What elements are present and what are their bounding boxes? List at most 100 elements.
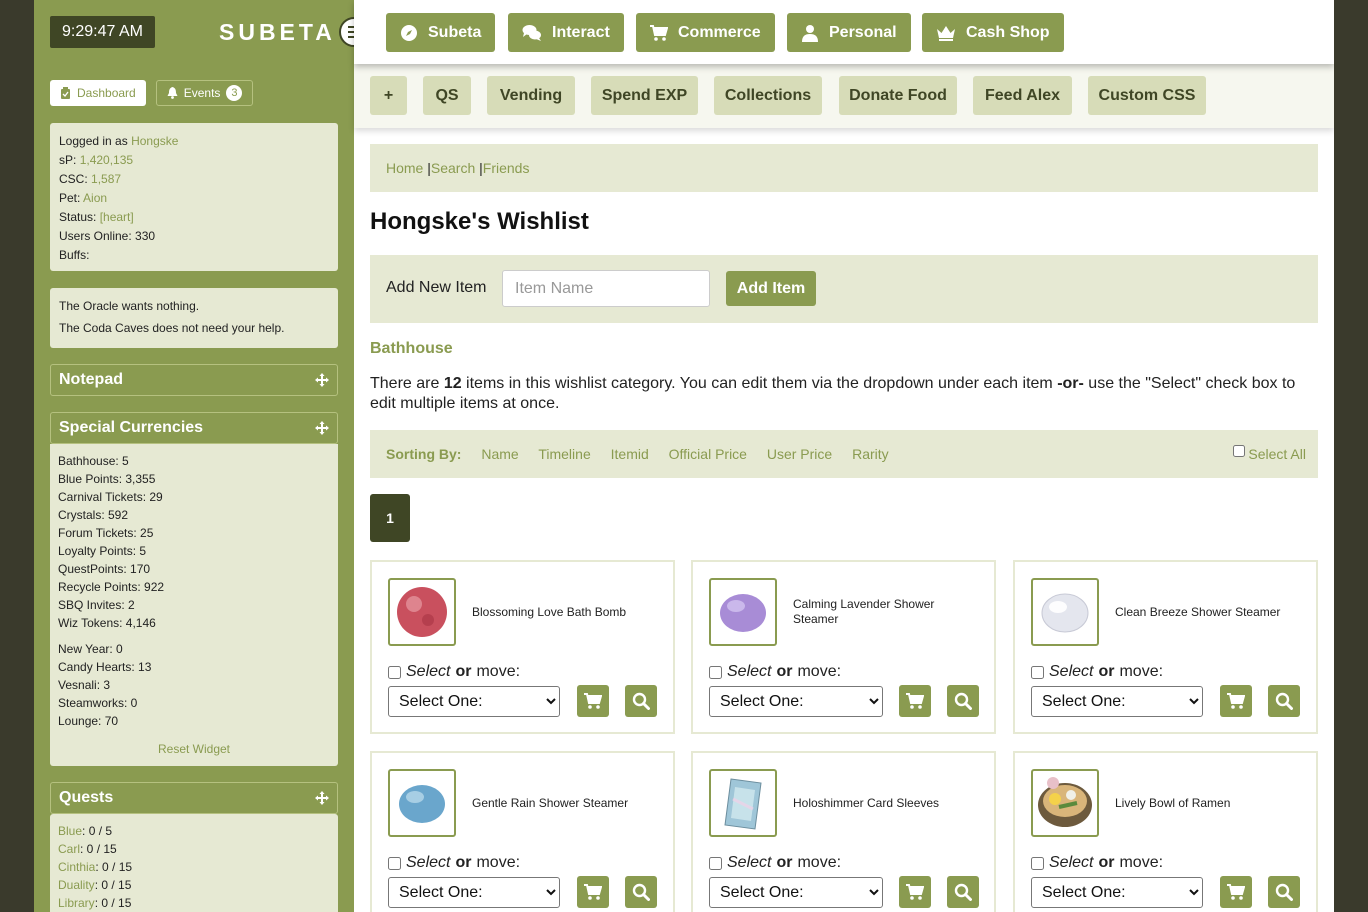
currency-row: SBQ Invites: 2 — [58, 598, 135, 612]
item-name[interactable]: Calming Lavender Shower Steamer — [793, 578, 983, 646]
add-item-button[interactable]: Add Item — [726, 271, 816, 306]
quick-link-vending[interactable]: Vending — [487, 76, 575, 115]
item-image[interactable] — [388, 769, 456, 837]
item-name[interactable]: Holoshimmer Card Sleeves — [793, 769, 983, 837]
nav-interact-button[interactable]: Interact — [508, 13, 624, 52]
nav-subeta-button[interactable]: Subeta — [386, 13, 496, 52]
item-search-button[interactable] — [625, 876, 657, 908]
quick-link-donate-food[interactable]: Donate Food — [839, 76, 957, 115]
pet-row: Pet: Aion — [59, 189, 329, 208]
pet-link[interactable]: Aion — [83, 191, 107, 205]
notepad-widget-header[interactable]: Notepad — [50, 364, 338, 396]
shop-search-button[interactable] — [577, 685, 609, 717]
item-search-button[interactable] — [625, 685, 657, 717]
shopping-cart-icon — [650, 24, 668, 41]
add-quick-link-button[interactable]: + — [370, 76, 407, 115]
item-search-button[interactable] — [947, 685, 979, 717]
select-all-checkbox[interactable] — [1233, 445, 1246, 457]
nav-commerce-button[interactable]: Commerce — [636, 13, 775, 52]
item-name[interactable]: Clean Breeze Shower Steamer — [1115, 578, 1305, 646]
nav-cash-shop-button[interactable]: Cash Shop — [922, 13, 1064, 52]
tab-dashboard[interactable]: Dashboard — [50, 80, 146, 106]
quick-link-custom-css[interactable]: Custom CSS — [1088, 76, 1206, 115]
currency-row: Crystals: 592 — [58, 508, 129, 522]
shower-steamer-image — [399, 785, 445, 823]
status-value[interactable]: [heart] — [100, 210, 134, 224]
item-name-input[interactable] — [502, 270, 710, 307]
item-action-select[interactable]: Select One: — [709, 877, 883, 908]
quick-link-feed-alex[interactable]: Feed Alex — [973, 76, 1072, 115]
select-move-row: Select or move: — [709, 663, 841, 681]
shop-search-button[interactable] — [577, 876, 609, 908]
card-sleeves-image — [724, 778, 762, 830]
select-move-row: Select or move: — [709, 854, 841, 872]
move-arrows-icon[interactable] — [315, 791, 329, 805]
sp-value[interactable]: 1,420,135 — [80, 153, 133, 167]
item-search-button[interactable] — [1268, 685, 1300, 717]
csc-label: CSC: — [59, 172, 88, 186]
quest-link[interactable]: Cinthia — [58, 860, 95, 874]
breadcrumb-friends[interactable]: Friends — [483, 160, 530, 176]
clock: 9:29:47 AM — [50, 16, 155, 48]
nav-cash-shop-label: Cash Shop — [966, 23, 1050, 41]
csc-value[interactable]: 1,587 — [91, 172, 121, 186]
sort-user-price[interactable]: User Price — [767, 446, 832, 462]
quick-link-qs[interactable]: QS — [423, 76, 471, 115]
tab-events[interactable]: Events 3 — [155, 80, 254, 106]
breadcrumb-search[interactable]: Search — [431, 160, 475, 176]
item-select-checkbox[interactable] — [388, 665, 401, 679]
quick-link-spend-exp[interactable]: Spend EXP — [591, 76, 698, 115]
sort-itemid[interactable]: Itemid — [611, 446, 649, 462]
quests-widget-header[interactable]: Quests — [50, 782, 338, 814]
currency-row: Recycle Points: 922 — [58, 580, 165, 594]
item-action-select[interactable]: Select One: — [388, 877, 560, 908]
sort-name[interactable]: Name — [481, 446, 518, 462]
item-select-checkbox[interactable] — [709, 856, 722, 870]
currencies-widget-header[interactable]: Special Currencies — [50, 412, 338, 444]
sort-rarity[interactable]: Rarity — [852, 446, 889, 462]
move-arrows-icon[interactable] — [315, 421, 329, 435]
item-image[interactable] — [709, 578, 777, 646]
item-image[interactable] — [388, 578, 456, 646]
item-select-checkbox[interactable] — [1031, 856, 1044, 870]
reset-widget-link[interactable]: Reset Widget — [58, 740, 330, 758]
item-select-checkbox[interactable] — [709, 665, 722, 679]
quest-link[interactable]: Duality — [58, 878, 95, 892]
select-all[interactable]: Select All — [1233, 430, 1306, 478]
item-select-checkbox[interactable] — [388, 856, 401, 870]
sort-timeline[interactable]: Timeline — [538, 446, 590, 462]
move-arrows-icon[interactable] — [315, 373, 329, 387]
item-image[interactable] — [1031, 578, 1099, 646]
nav-personal-button[interactable]: Personal — [787, 13, 911, 52]
sort-official-price[interactable]: Official Price — [669, 446, 747, 462]
item-image[interactable] — [709, 769, 777, 837]
item-name[interactable]: Blossoming Love Bath Bomb — [472, 578, 662, 646]
shop-search-button[interactable] — [1220, 876, 1252, 908]
page-button-1[interactable]: 1 — [370, 494, 410, 542]
item-name[interactable]: Gentle Rain Shower Steamer — [472, 769, 662, 837]
item-search-button[interactable] — [1268, 876, 1300, 908]
shop-search-button[interactable] — [899, 876, 931, 908]
username-link[interactable]: Hongske — [131, 134, 178, 148]
clipboard-icon — [61, 87, 70, 99]
quest-row: Cinthia: 0 / 15 — [58, 858, 330, 876]
shop-search-button[interactable] — [1220, 685, 1252, 717]
quest-link[interactable]: Blue — [58, 824, 82, 838]
item-action-select[interactable]: Select One: — [1031, 877, 1203, 908]
item-action-select[interactable]: Select One: — [709, 686, 883, 717]
or-text: or — [455, 663, 472, 680]
item-name[interactable]: Lively Bowl of Ramen — [1115, 769, 1305, 837]
item-image[interactable] — [1031, 769, 1099, 837]
site-logo[interactable]: SUBETA — [219, 19, 336, 46]
item-select-checkbox[interactable] — [1031, 665, 1044, 679]
currencies-title: Special Currencies — [59, 419, 204, 436]
item-action-select[interactable]: Select One: — [1031, 686, 1203, 717]
status-row: Status: [heart] — [59, 208, 329, 227]
quest-link[interactable]: Carl — [58, 842, 80, 856]
quick-link-collections[interactable]: Collections — [714, 76, 822, 115]
breadcrumb-home[interactable]: Home — [386, 160, 423, 176]
item-search-button[interactable] — [947, 876, 979, 908]
shop-search-button[interactable] — [899, 685, 931, 717]
item-action-select[interactable]: Select One: — [388, 686, 560, 717]
quest-link[interactable]: Library — [58, 896, 95, 910]
